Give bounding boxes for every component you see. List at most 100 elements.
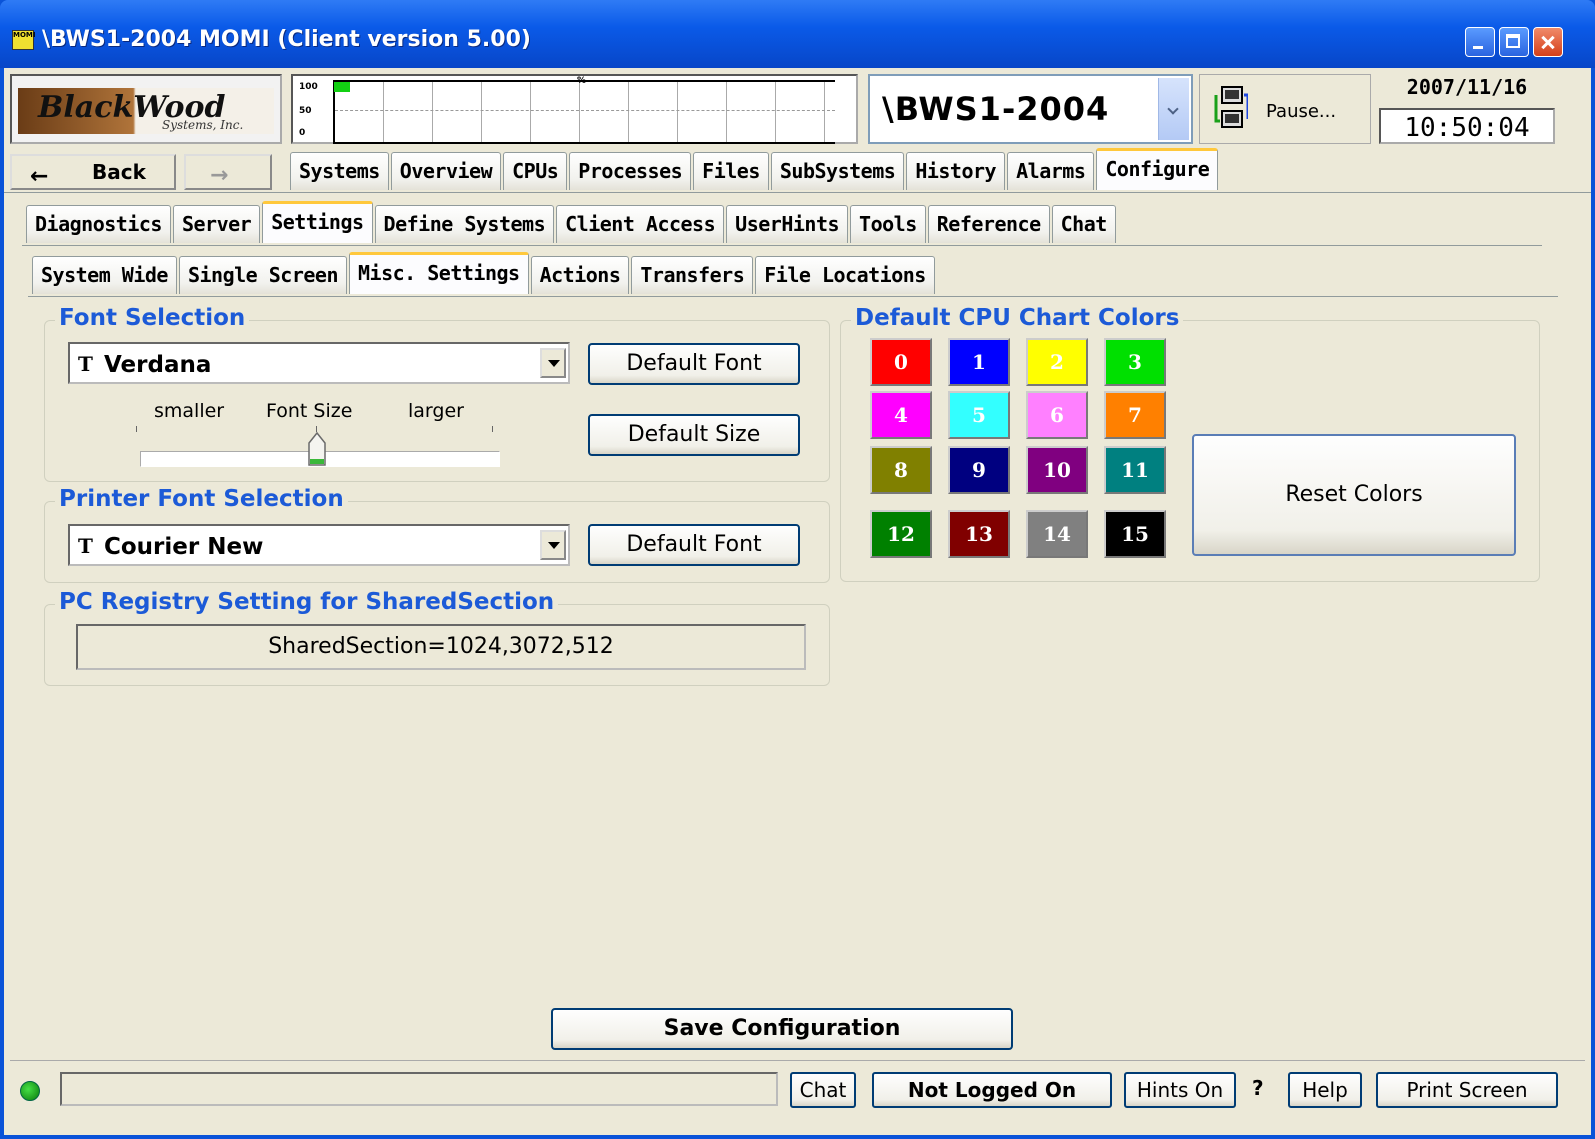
forward-button[interactable]: → (184, 154, 272, 190)
graph-tick-50: 50 (299, 106, 312, 116)
tab-transfers[interactable]: Transfers (631, 256, 754, 294)
tab-cpus[interactable]: CPUs (503, 152, 568, 190)
tab-file-locations[interactable]: File Locations (755, 256, 935, 294)
login-status-button[interactable]: Not Logged On (872, 1072, 1112, 1108)
font-selection-title: Font Selection (55, 305, 250, 331)
font-size-larger-label: larger (408, 400, 464, 422)
cpu-mini-graph: 100 50 0 % (291, 74, 858, 144)
printer-font-title: Printer Font Selection (55, 486, 348, 512)
tab-configure[interactable]: Configure (1096, 148, 1219, 190)
tab-system-wide[interactable]: System Wide (32, 256, 177, 294)
tab-chat[interactable]: Chat (1051, 205, 1116, 243)
graph-pct-label: % (577, 76, 587, 86)
chat-button[interactable]: Chat (790, 1072, 856, 1108)
cpu-color-swatch-7[interactable]: 7 (1104, 391, 1166, 439)
cpu-color-swatch-4[interactable]: 4 (870, 391, 932, 439)
main-tab-bar: Systems Overview CPUs Processes Files SubSyst… (290, 148, 1220, 192)
print-screen-button[interactable]: Print Screen (1376, 1072, 1558, 1108)
tab-client-access[interactable]: Client Access (556, 205, 725, 243)
cpu-color-swatch-12[interactable]: 12 (870, 510, 932, 558)
window-title: \BWS1-2004 MOMI (Client version 5.00) (42, 27, 531, 52)
cpu-color-swatch-11[interactable]: 11 (1104, 446, 1166, 494)
company-logo: BlackWood Systems, Inc. (10, 74, 282, 144)
system-select[interactable]: \BWS1-2004 (868, 74, 1193, 144)
printer-font-value: Courier New (104, 534, 264, 560)
tab-single-screen[interactable]: Single Screen (178, 256, 347, 294)
cpu-color-swatch-8[interactable]: 8 (870, 446, 932, 494)
printer-font-select[interactable]: T Courier New (68, 524, 570, 566)
chevron-down-icon[interactable] (1158, 78, 1189, 140)
configure-tab-bar: Diagnostics Server Settings Define Systems C… (26, 201, 1118, 245)
cpu-color-swatch-9[interactable]: 9 (948, 446, 1010, 494)
font-size-label: Font Size (266, 400, 353, 422)
pause-label: Pause... (1266, 101, 1337, 122)
registry-value-field: SharedSection=1024,3072,512 (76, 624, 806, 670)
cpu-color-swatch-10[interactable]: 10 (1026, 446, 1088, 494)
graph-tick-100: 100 (299, 82, 318, 92)
tab-settings[interactable]: Settings (262, 201, 373, 243)
cpu-color-swatch-3[interactable]: 3 (1104, 338, 1166, 386)
maximize-button[interactable] (1499, 27, 1529, 57)
tab-overview[interactable]: Overview (390, 152, 502, 190)
printer-default-font-button[interactable]: Default Font (588, 524, 800, 566)
truetype-font-icon: T (78, 534, 93, 558)
current-time: 10:50:04 (1379, 108, 1555, 144)
minimize-button[interactable] (1465, 27, 1495, 57)
tab-reference[interactable]: Reference (927, 205, 1050, 243)
back-button[interactable]: ← Back (10, 154, 176, 190)
graph-tick-0: 0 (299, 128, 306, 138)
tab-alarms[interactable]: Alarms (1007, 152, 1095, 190)
tab-subsystems[interactable]: SubSystems (770, 152, 905, 190)
back-arrow-icon: ← (30, 164, 49, 189)
tab-history[interactable]: History (906, 152, 1006, 190)
cpu-color-swatch-0[interactable]: 0 (870, 338, 932, 386)
network-computers-icon (1214, 86, 1248, 128)
cpu-colors-title: Default CPU Chart Colors (851, 305, 1184, 331)
tab-define-systems[interactable]: Define Systems (374, 205, 555, 243)
app-icon: MOMI (12, 30, 36, 50)
cpu-color-swatch-6[interactable]: 6 (1026, 391, 1088, 439)
close-button[interactable] (1533, 27, 1563, 57)
cpu-color-swatch-15[interactable]: 15 (1104, 510, 1166, 558)
reset-colors-button[interactable]: Reset Colors (1192, 434, 1516, 556)
cpu-color-swatch-14[interactable]: 14 (1026, 510, 1088, 558)
help-button[interactable]: Help (1288, 1072, 1362, 1108)
system-select-value: \BWS1-2004 (882, 90, 1110, 128)
graph-plot-area (333, 80, 835, 144)
title-bar[interactable]: MOMI \BWS1-2004 MOMI (Client version 5.0… (0, 0, 1595, 68)
current-date: 2007/11/16 (1406, 75, 1528, 99)
chevron-down-icon[interactable] (540, 348, 566, 378)
save-configuration-button[interactable]: Save Configuration (551, 1008, 1013, 1050)
cpu-color-swatch-5[interactable]: 5 (948, 391, 1010, 439)
tab-systems[interactable]: Systems (290, 152, 389, 190)
tab-tools[interactable]: Tools (850, 205, 926, 243)
logo-subtitle: Systems, Inc. (162, 118, 244, 132)
pause-button[interactable]: Pause... (1199, 74, 1371, 144)
font-select-value: Verdana (104, 352, 212, 378)
tab-files[interactable]: Files (693, 152, 769, 190)
font-select[interactable]: T Verdana (68, 342, 570, 384)
client-area: BlackWood Systems, Inc. 100 50 0 % \BWS1… (4, 68, 1591, 1135)
registry-title: PC Registry Setting for SharedSection (55, 589, 559, 615)
settings-tab-bar: System Wide Single Screen Misc. Settings Ac… (32, 252, 937, 296)
tab-diagnostics[interactable]: Diagnostics (26, 205, 171, 243)
tab-actions[interactable]: Actions (530, 256, 630, 294)
hints-toggle-button[interactable]: Hints On (1124, 1072, 1236, 1108)
tab-processes[interactable]: Processes (569, 152, 692, 190)
font-size-slider-thumb[interactable] (307, 431, 327, 467)
default-font-button[interactable]: Default Font (588, 343, 800, 385)
tab-userhints[interactable]: UserHints (726, 205, 849, 243)
cpu-color-swatch-13[interactable]: 13 (948, 510, 1010, 558)
help-question-icon[interactable]: ? (1252, 1076, 1264, 1100)
back-label: Back (92, 160, 146, 184)
cpu-color-swatch-2[interactable]: 2 (1026, 338, 1088, 386)
cpu-color-swatch-1[interactable]: 1 (948, 338, 1010, 386)
font-size-smaller-label: smaller (154, 400, 225, 422)
forward-arrow-icon: → (210, 163, 229, 188)
truetype-font-icon: T (78, 352, 93, 376)
graph-bar (334, 82, 350, 92)
tab-misc-settings[interactable]: Misc. Settings (349, 252, 529, 294)
default-size-button[interactable]: Default Size (588, 414, 800, 456)
chevron-down-icon[interactable] (540, 530, 566, 560)
tab-server[interactable]: Server (172, 205, 261, 243)
